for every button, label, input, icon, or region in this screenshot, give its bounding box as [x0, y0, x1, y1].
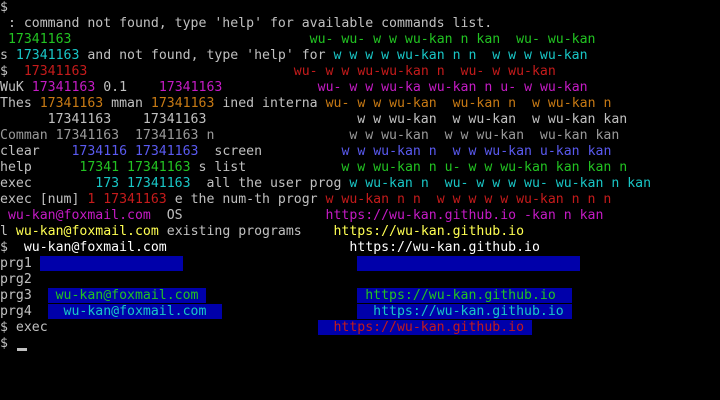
terminal-text-segment: w w wu-kan w w wu-kan wu-kan kan [349, 128, 620, 143]
terminal-text-segment: https://wu-kan.github.io -kan n kan [325, 208, 604, 223]
terminal-line: WuK 17341163 0.1 17341163 wu- w w wu-ka … [0, 80, 588, 96]
terminal-text-segment: https://wu-kan.github.io [357, 304, 572, 319]
terminal-text-segment: wu- w w wu-kan wu-kan n w wu-kan n [325, 96, 612, 111]
terminal-line: $ wu-kan@foxmail.com https://wu-kan.gith… [0, 240, 540, 256]
terminal-text-segment: $ [0, 0, 8, 15]
terminal-line: prg1 wu-kan@foxmail.com https://wu-kan.g… [0, 256, 580, 272]
terminal-line: prg4 wu-kan@foxmail.com https://wu-kan.g… [0, 304, 572, 320]
terminal-line: s 17341163 and not found, type 'help' fo… [0, 48, 588, 64]
terminal-text-segment: $ exec [0, 320, 48, 335]
terminal-text-segment: 17341163 [0, 32, 72, 47]
terminal-line: 17341163 17341163 w w wu-kan w wu-kan w … [0, 112, 628, 128]
terminal-line: Thes 17341163 mman 17341163 ined interna… [0, 96, 611, 112]
terminal-text-segment: 0.1 [95, 80, 159, 95]
terminal-text-segment: 17341163 [23, 64, 88, 79]
terminal-text-segment: $ [0, 240, 24, 255]
terminal-line: prg3 wu-kan@foxmail.com https://wu-kan.g… [0, 288, 572, 304]
terminal-text-segment: : command not found, type 'help' for ava… [0, 16, 493, 31]
terminal-text-segment: 17341163 [31, 80, 96, 95]
terminal-text-segment: ined interna [214, 96, 326, 111]
terminal-text-segment: wu-kan@foxmail.com [39, 256, 183, 271]
terminal-line: exec 173 17341163 all the user prog w wu… [0, 176, 651, 192]
terminal-text-segment: 1734116 17341163 [71, 144, 199, 159]
terminal-text-segment: Comman [0, 128, 56, 143]
terminal-line: $ exec https://wu-kan.github.io [0, 320, 532, 336]
terminal-text-segment: clear [0, 144, 72, 159]
terminal-text-segment: e the num-th progr [166, 192, 326, 207]
terminal-text-segment: s list [190, 160, 342, 175]
terminal-text-segment: wu-kan@foxmail.com [23, 240, 167, 255]
terminal-line: $ [0, 336, 8, 352]
terminal-text-segment: l [0, 224, 16, 239]
terminal-text-segment: screen [198, 144, 342, 159]
terminal-line: exec [num] 1 17341163 e the num-th progr… [0, 192, 611, 208]
terminal-text-segment: exec [num] [0, 192, 88, 207]
text-cursor [17, 348, 27, 351]
terminal-text-segment: prg4 [0, 304, 48, 319]
terminal-line: : command not found, type 'help' for ava… [0, 16, 492, 32]
terminal-text-segment: w w w w wu-kan n n w w w wu-kan [333, 48, 588, 63]
terminal-text-segment: prg3 [0, 288, 48, 303]
terminal-text-segment: s [0, 48, 16, 63]
terminal-text-segment: exec [0, 176, 96, 191]
terminal-text-segment: 173 17341163 [95, 176, 191, 191]
terminal-text-segment: wu- wu- w w wu-kan n kan wu- wu-kan [309, 32, 596, 47]
terminal-text-segment: wu-kan@foxmail.com [47, 288, 207, 303]
terminal-text-segment: w wu-kan n wu- w w w wu- wu-kan n kan [349, 176, 652, 191]
terminal-text-segment: 17341 17341163 [79, 160, 191, 175]
terminal-text-segment: https://wu-kan.github.io [357, 288, 572, 303]
terminal-text-segment: 17341163 [158, 80, 223, 95]
terminal-text-segment: w wu-kan n n w w w w w wu-kan n n n [325, 192, 612, 207]
terminal-line: Comman 17341163 17341163 n w w wu-kan w … [0, 128, 619, 144]
terminal-text-segment: existing programs [158, 224, 334, 239]
terminal-line: prg2 [0, 272, 40, 288]
terminal-text-segment: w w wu-kan n w w wu-kan u-kan kan [341, 144, 612, 159]
terminal-text-segment: help [0, 160, 80, 175]
terminal-text-segment: 17341163 [39, 96, 104, 111]
terminal-line: help 17341 17341163 s list w w wu-kan n … [0, 160, 627, 176]
terminal-text-segment: w w wu-kan n u- w w wu-kan kan kan n [341, 160, 628, 175]
terminal-text-segment: wu- w w wu-wu-kan n wu- w wu-kan [293, 64, 556, 79]
terminal-text-segment: wu-kan@foxmail.com [15, 224, 159, 239]
terminal-text-segment: wu-kan@foxmail.com [47, 304, 223, 319]
terminal-text-segment: prg2 [0, 272, 40, 287]
terminal-line: wu-kan@foxmail.com OS https://wu-kan.git… [0, 208, 603, 224]
terminal-text-segment: wu- w w wu-ka wu-kan n u- w wu-kan [317, 80, 588, 95]
terminal-line: $ 17341163 wu- w w wu-wu-kan n wu- w wu-… [0, 64, 556, 80]
terminal-line: 17341163 wu- wu- w w wu-kan n kan wu- wu… [0, 32, 596, 48]
terminal-text-segment: mman [103, 96, 151, 111]
terminal-text-segment: $ [0, 336, 8, 351]
terminal-text-segment: w w wu-kan w wu-kan w wu-kan kan [357, 112, 628, 127]
terminal-line: $ [0, 0, 8, 16]
terminal-text-segment: and not found, type 'help' for [79, 48, 334, 63]
terminal-text-segment: all the user prog [190, 176, 350, 191]
terminal-text-segment: 17341163 [150, 96, 215, 111]
terminal-text-segment: OS [150, 208, 326, 223]
terminal-text-segment: 17341163 17341163 [0, 112, 358, 127]
terminal-text-segment: 1 17341163 [87, 192, 167, 207]
terminal-text-segment: n [198, 128, 350, 143]
terminal-line: l wu-kan@foxmail.com existing programs h… [0, 224, 524, 240]
terminal-line: clear 1734116 17341163 screen w w wu-kan… [0, 144, 611, 160]
terminal-text-segment: 17341163 [15, 48, 80, 63]
terminal-window[interactable]: $ : command not found, type 'help' for a… [0, 0, 720, 400]
terminal-text-segment: https://wu-kan.github.io [333, 224, 525, 239]
terminal-text-segment: wu-kan@foxmail.com [0, 208, 151, 223]
terminal-text-segment: https://wu-kan.github.io [357, 256, 580, 271]
terminal-text-segment: prg1 [0, 256, 40, 271]
terminal-text-segment: Thes [0, 96, 40, 111]
terminal-text-segment: $ [0, 64, 24, 79]
terminal-text-segment: https://wu-kan.github.io [349, 240, 540, 255]
terminal-text-segment: https://wu-kan.github.io [317, 320, 532, 335]
terminal-text-segment: 17341163 17341163 [55, 128, 199, 143]
terminal-text-segment: WuK [0, 80, 32, 95]
